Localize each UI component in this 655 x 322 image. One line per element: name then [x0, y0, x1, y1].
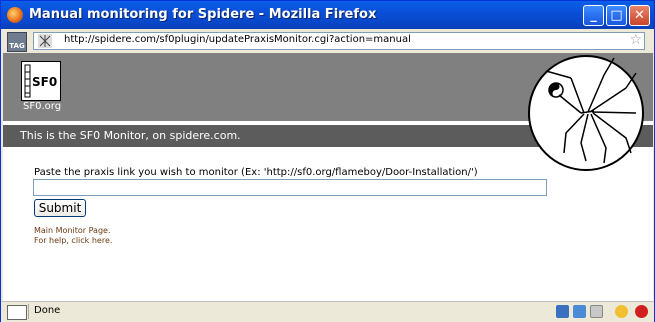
- submit-button[interactable]: Submit: [34, 199, 86, 217]
- banner-text: This is the SF0 Monitor, on spidere.com.: [20, 129, 241, 142]
- stop-icon[interactable]: [635, 305, 648, 318]
- sf0-logo[interactable]: SF0: [21, 61, 61, 101]
- help-link[interactable]: click here.: [71, 236, 112, 245]
- minimize-button[interactable]: _: [583, 5, 604, 26]
- sf0-logo-text: SF0: [32, 75, 57, 89]
- maximize-button[interactable]: □: [606, 5, 627, 26]
- site-favicon-icon: [38, 34, 52, 48]
- praxis-link-input[interactable]: [33, 179, 547, 196]
- status-separator: [28, 304, 29, 319]
- close-button[interactable]: ✕: [629, 5, 650, 26]
- address-toolbar: TAG http://spidere.com/sf0plugin/updateP…: [1, 29, 654, 53]
- sf0-logo-icon: SF0: [24, 64, 57, 98]
- tag-icon[interactable]: TAG: [7, 32, 27, 52]
- spider-logo-icon: [528, 55, 644, 171]
- main-monitor-link-line: Main Monitor Page.: [34, 226, 111, 235]
- url-bar[interactable]: http://spidere.com/sf0plugin/updatePraxi…: [33, 32, 645, 50]
- help-line: For help, click here.: [34, 236, 112, 245]
- title-bar: Manual monitoring for Spidere - Mozilla …: [1, 1, 654, 29]
- browser-window: Manual monitoring for Spidere - Mozilla …: [0, 0, 655, 322]
- page-content: SF0 SF0.org This is the SF0 Monitor, on …: [3, 53, 653, 301]
- main-monitor-link[interactable]: Main Monitor Page.: [34, 226, 111, 235]
- status-bar: Done: [1, 301, 654, 322]
- help-prefix: For help,: [34, 236, 72, 245]
- bookmark-star-icon[interactable]: ☆: [629, 32, 642, 48]
- status-page-icon: [7, 305, 27, 320]
- tag-icon-label: TAG: [9, 42, 25, 50]
- smiley-icon[interactable]: [615, 305, 628, 318]
- prompt-label: Paste the praxis link you wish to monito…: [34, 167, 478, 178]
- window-title: Manual monitoring for Spidere - Mozilla …: [29, 7, 377, 22]
- network-icon[interactable]: [556, 305, 569, 318]
- mail-icon[interactable]: [590, 305, 603, 318]
- snowflake-icon[interactable]: [573, 305, 586, 318]
- firefox-icon: [7, 7, 23, 23]
- status-text: Done: [34, 305, 61, 316]
- url-text[interactable]: http://spidere.com/sf0plugin/updatePraxi…: [64, 34, 411, 45]
- logo-label: SF0.org: [23, 101, 62, 112]
